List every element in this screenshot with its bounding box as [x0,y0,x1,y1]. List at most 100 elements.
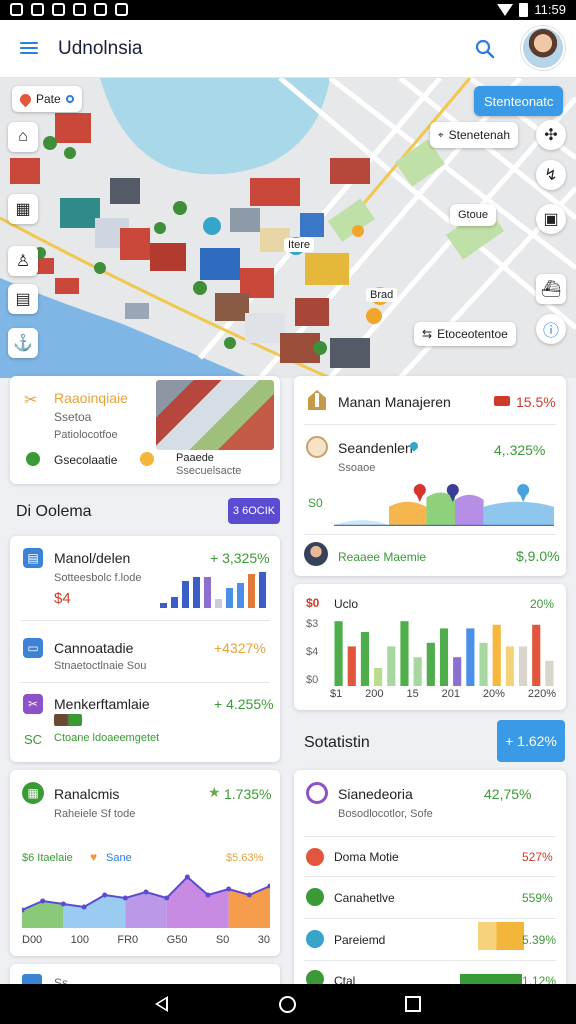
x-tick-label: 220% [527,688,556,700]
manager-axis-label: S0 [308,496,323,510]
y-axis-label: $3 [306,618,319,630]
user-circle-icon [306,782,328,804]
mini-bar [259,572,266,608]
recents-icon[interactable] [405,996,421,1012]
map-chip-bottom-right[interactable]: ⇆ Etoceotentoe [414,322,516,346]
map-chip-right[interactable]: Gtoue [450,204,496,226]
row-name[interactable]: Menkerftamlaie [54,696,150,712]
notification-icons [10,3,128,16]
info-map-button[interactable]: ⓘ [536,314,566,344]
place-status-icon [26,452,40,466]
left-section-heading: Di Oolema [16,503,92,520]
layers-icon: ▦ [15,201,31,218]
row-name[interactable]: Manol/delen [54,550,130,566]
search-icon[interactable] [474,38,496,60]
stats-row-value: 559% [522,891,553,905]
stats-row-name[interactable]: Doma Motie [334,850,399,864]
heart-icon: ♥ [90,850,98,864]
monitor-icon: ▭ [23,638,43,658]
place-preview-card[interactable]: ✂ Raaoinqiaie Ssetoa Patiolocotfoe Gseco… [10,376,280,484]
notification-icon [94,3,107,16]
mini-bar [215,599,222,608]
area-point [40,898,46,904]
x-tick-label: 201 [441,688,460,700]
clock: 11:59 [534,2,566,17]
avatar[interactable] [521,26,565,70]
place-footer: Gsecolaatie [54,453,118,467]
bar [439,628,449,686]
bar-card-icon: $0 [306,596,320,610]
directions-map-button[interactable]: ↯ [536,160,566,190]
map-chip-label: Stenetenah [448,128,511,142]
area-point [60,901,66,907]
stats-list-card: Sianedeoria 42,75% Bosodlocotlor, Sofe D… [294,770,566,990]
area-point [122,895,128,901]
mini-bar [237,582,244,608]
row-name[interactable]: Cannoatadie [54,640,133,656]
area-segment [125,892,167,928]
row-sub: Ctoane ldoaeemgetet [54,732,160,744]
home-map-button[interactable]: ⌂ [8,122,38,152]
stats-row-name[interactable]: Canahetlve [334,891,395,905]
x-tick-label: S0 [215,934,230,946]
back-icon[interactable] [155,996,168,1012]
camera-map-button[interactable]: ▣ [536,204,566,234]
directions-icon: ↯ [544,167,558,184]
menu-icon[interactable] [20,42,38,56]
bar [360,632,370,686]
place-thumbnail[interactable] [156,380,274,450]
bar [387,646,396,686]
app-bar: Udnolnsia [0,20,576,78]
bar-card-pct: 20% [530,597,555,611]
location-icon: ⌖ [438,129,444,141]
share-icon: ▤ [15,291,31,308]
grid-icon: ▦ [22,782,44,804]
stats-sub: Bosodlocotlor, Sofe [338,808,433,820]
area-point [164,895,170,901]
share-map-button[interactable]: ▤ [8,284,38,314]
map-pin-tail [415,493,424,502]
stats-row-value: 5.39% [522,933,557,947]
left-section-button[interactable]: 3 6OCIK [228,498,280,524]
area-band [455,494,484,526]
coin-icon [140,452,154,466]
map-chip-label: Etoceotentoe [437,327,508,341]
x-tick-label: 20% [482,688,505,700]
compass-map-button[interactable]: ✣ [536,120,566,150]
battery-icon [519,2,529,17]
info-icon: ⓘ [542,323,559,340]
statistics-button[interactable]: + 1.62% [497,720,565,762]
bar [505,646,514,686]
stats-row-name[interactable]: Pareiemd [334,933,385,947]
route-icon: ⇆ [422,327,433,341]
search-location-chip[interactable]: Pate [12,86,82,112]
city-map[interactable]: Pate Stenteonatc ⌖ Stenetenah Gtoue ⇆ Et… [0,78,576,378]
manager-area-chart [334,484,554,526]
walk-map-button[interactable]: ♙ [8,246,38,276]
place-line1: Ssetoa [54,410,92,424]
manager-row-name[interactable]: Seandenlen [338,440,413,456]
row-mini-bar-chart [160,572,270,608]
home-icon[interactable] [279,996,296,1013]
row-sub: Stnaetoctlnaie Sou [54,660,147,672]
ship-map-button[interactable]: ⛴ [536,274,566,304]
bar [545,660,554,686]
map-chip-top-right[interactable]: ⌖ Stenetenah [430,122,519,148]
app-title: Udnolnsia [58,38,143,59]
map-cta-button[interactable]: Stenteonatc [474,86,564,116]
marker-label: Brad [366,288,398,302]
star-icon: ★ [208,784,221,800]
user-avatar [304,542,328,566]
layers-map-button[interactable]: ▦ [8,194,38,224]
legend-value: $5.63% [226,852,264,864]
transit-map-button[interactable]: ⚓ [8,328,38,358]
mini-bar [248,573,255,608]
x-axis: $1 200 15 201 20% 220% [330,688,556,700]
x-tick-label: 15 [406,688,419,700]
row-value: $4 [54,590,71,607]
notification-icon [115,3,128,16]
thumb-sub: Ssecuelsacte [176,465,242,477]
status-dot-icon [306,930,324,948]
pin-outline-icon [65,95,74,103]
building-icon [308,390,326,410]
